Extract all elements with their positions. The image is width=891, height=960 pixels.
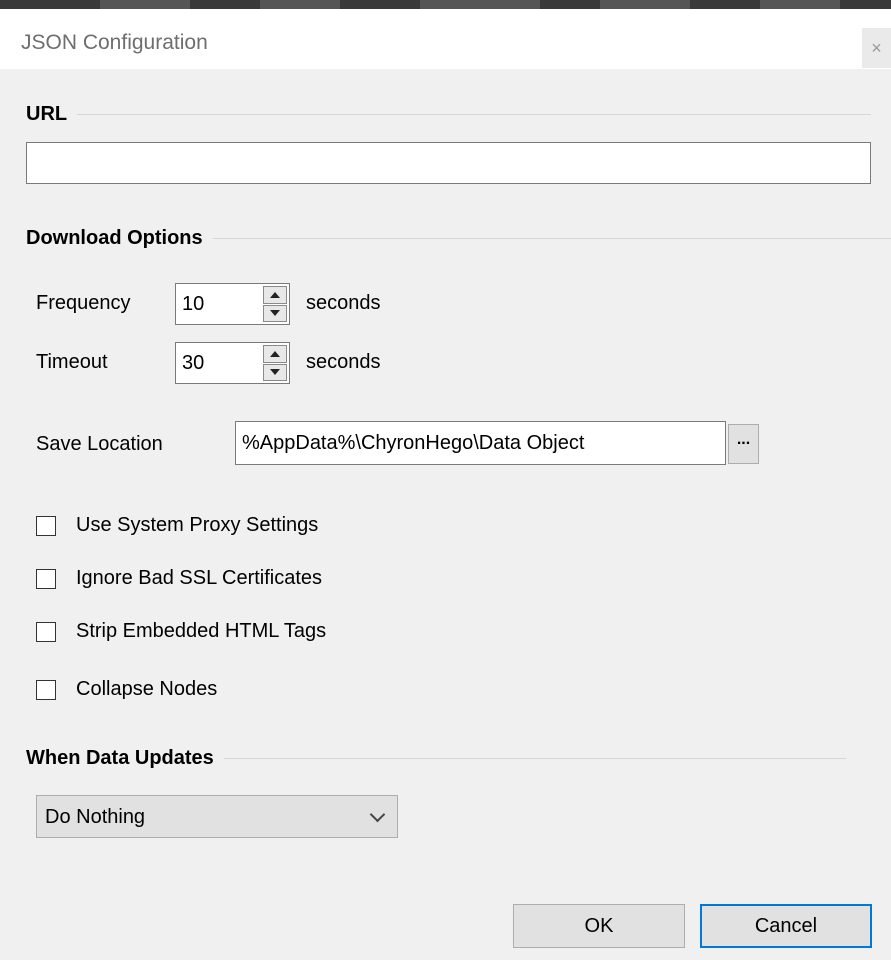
window-top-strip <box>0 0 891 9</box>
save-location-label: Save Location <box>36 433 163 455</box>
section-divider <box>77 114 871 115</box>
checkbox-box[interactable] <box>36 515 56 536</box>
close-icon: × <box>871 37 882 58</box>
checkbox-use-system-proxy[interactable]: Use System Proxy Settings <box>36 514 318 537</box>
url-section-header: URL <box>26 103 871 126</box>
arrow-up-icon <box>270 350 280 357</box>
timeout-increment-button[interactable] <box>263 345 287 363</box>
update-action-dropdown[interactable]: Do Nothing <box>36 795 398 838</box>
checkbox-label: Use System Proxy Settings <box>76 514 319 536</box>
frequency-decrement-button[interactable] <box>263 304 287 322</box>
timeout-label: Timeout <box>36 351 108 373</box>
ok-button[interactable]: OK <box>513 904 685 948</box>
url-input[interactable] <box>26 142 871 184</box>
checkbox-strip-html-tags[interactable]: Strip Embedded HTML Tags <box>36 620 326 643</box>
cancel-button[interactable]: Cancel <box>700 904 872 948</box>
checkbox-label: Strip Embedded HTML Tags <box>76 620 327 642</box>
arrow-down-icon <box>270 369 280 376</box>
window-title: JSON Configuration <box>21 31 208 54</box>
chevron-down-icon <box>369 806 386 823</box>
frequency-label: Frequency <box>36 292 131 314</box>
frequency-value: 10 <box>182 293 205 315</box>
checkbox-label: Ignore Bad SSL Certificates <box>76 567 323 589</box>
timeout-decrement-button[interactable] <box>263 363 287 381</box>
frequency-stepper[interactable]: 10 <box>175 283 290 325</box>
frequency-increment-button[interactable] <box>263 286 287 304</box>
checkbox-box[interactable] <box>36 568 56 589</box>
dropdown-selected-value: Do Nothing <box>45 806 146 828</box>
download-options-label: Download Options <box>26 227 203 249</box>
when-data-updates-header: When Data Updates <box>26 747 846 770</box>
section-divider <box>223 758 846 759</box>
checkbox-ignore-bad-ssl[interactable]: Ignore Bad SSL Certificates <box>36 567 322 590</box>
arrow-up-icon <box>270 291 280 298</box>
when-data-updates-label: When Data Updates <box>26 747 214 769</box>
arrow-down-icon <box>270 310 280 317</box>
frequency-unit: seconds <box>306 292 381 314</box>
checkbox-collapse-nodes[interactable]: Collapse Nodes <box>36 678 217 701</box>
download-options-header: Download Options <box>26 227 891 250</box>
close-button[interactable]: × <box>862 28 891 68</box>
timeout-stepper[interactable]: 30 <box>175 342 290 384</box>
timeout-value: 30 <box>182 352 205 374</box>
checkbox-box[interactable] <box>36 679 56 700</box>
title-bar: JSON Configuration <box>0 9 891 69</box>
url-header-label: URL <box>26 103 68 125</box>
timeout-unit: seconds <box>306 351 381 373</box>
browse-button[interactable]: ... <box>728 424 759 464</box>
save-location-input[interactable]: %AppData%\ChyronHego\Data Object <box>235 421 726 465</box>
checkbox-box[interactable] <box>36 621 56 642</box>
section-divider <box>212 238 891 239</box>
checkbox-label: Collapse Nodes <box>76 678 218 700</box>
